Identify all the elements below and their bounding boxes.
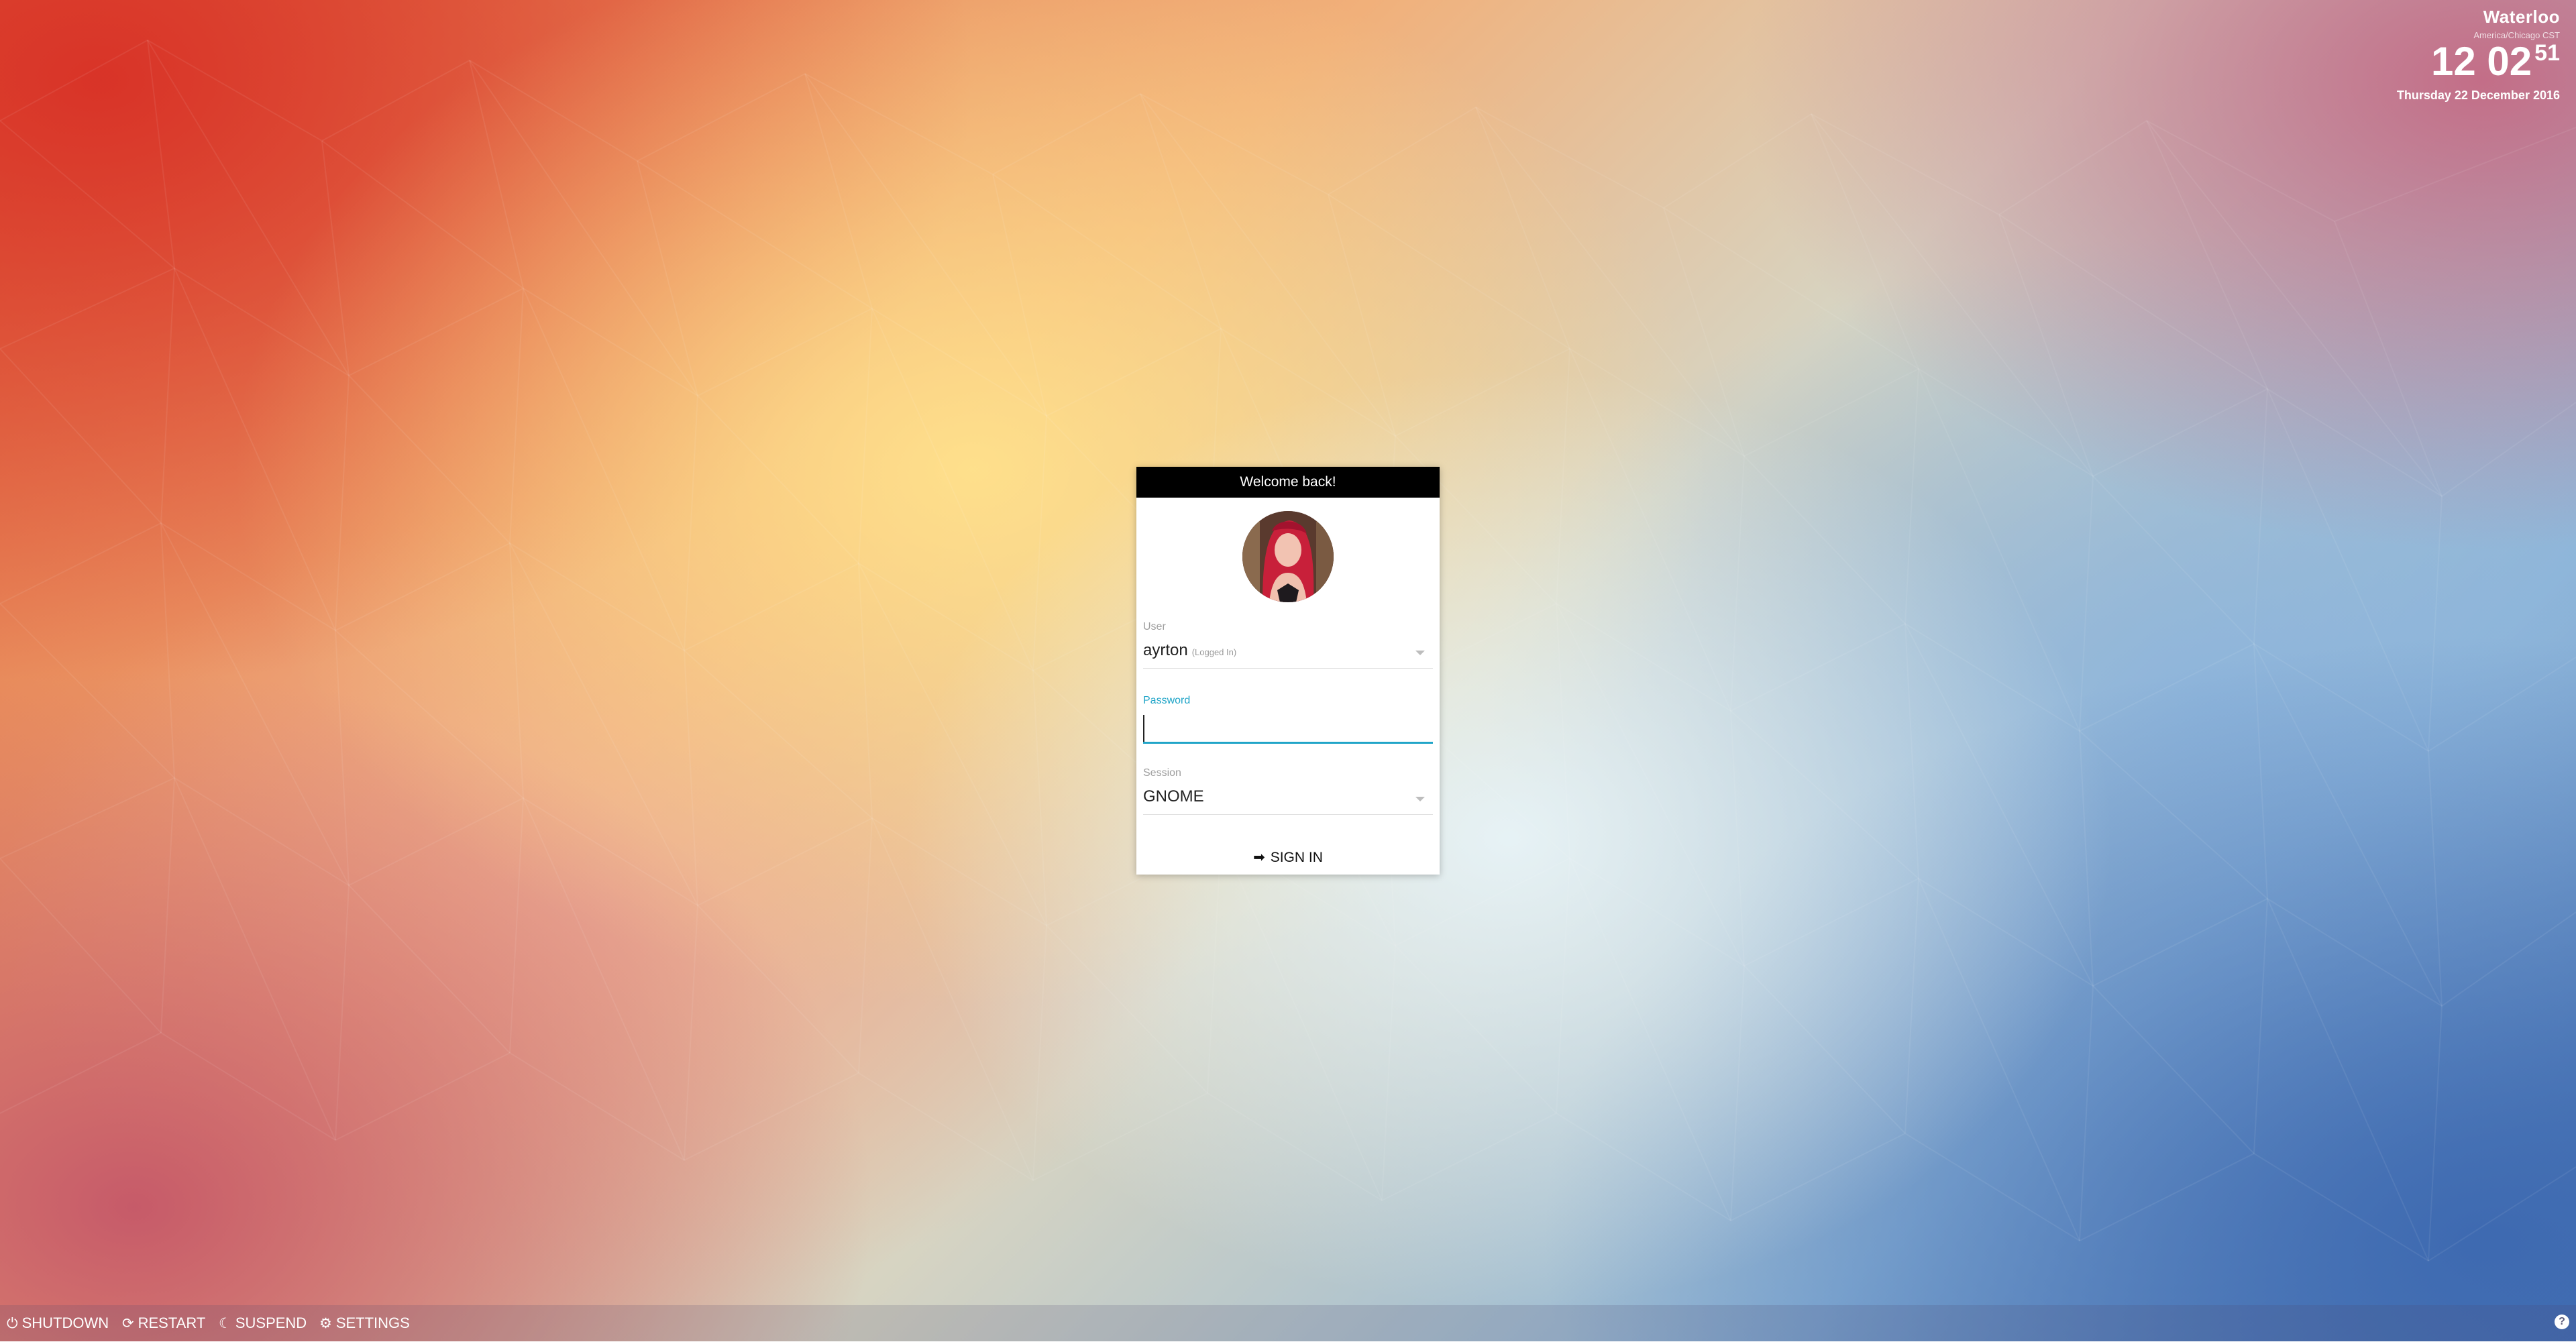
clock-hours-minutes: 12 02 (2431, 39, 2532, 84)
clock-timezone: America/Chicago CST (2473, 30, 2560, 40)
shutdown-button[interactable]: ⏻ SHUTDOWN (7, 1305, 109, 1341)
sign-in-icon: ➡ (1253, 850, 1265, 865)
chevron-down-icon[interactable] (1415, 797, 1425, 801)
session-underline (1143, 814, 1433, 815)
login-card: Welcome back! User ayrton (Logged In) Pas… (1136, 467, 1440, 875)
refresh-icon: ⟳ (122, 1316, 134, 1331)
password-underline (1143, 742, 1433, 744)
user-value: ayrton (1143, 641, 1188, 659)
power-icon: ⏻ (7, 1316, 18, 1331)
restart-label: RESTART (138, 1315, 206, 1331)
settings-label: SETTINGS (335, 1315, 410, 1331)
gears-icon: ⚙ (319, 1316, 332, 1331)
suspend-label: SUSPEND (235, 1315, 307, 1331)
session-select[interactable]: GNOME (1143, 787, 1433, 814)
password-label: Password (1143, 695, 1191, 706)
power-bar: ⏻ SHUTDOWN ⟳ RESTART ☾ SUSPEND ⚙ SETTINGS ? (0, 1305, 2576, 1341)
password-field[interactable]: Password (1143, 695, 1434, 744)
clock-time: 12 02 51 (2397, 42, 2560, 82)
clock-seconds: 51 (2534, 40, 2560, 66)
chevron-down-icon[interactable] (1415, 651, 1425, 655)
shutdown-label: SHUTDOWN (21, 1315, 109, 1331)
clock-date: Thursday 22 December 2016 (2396, 89, 2560, 102)
clock-city: Waterloo (2483, 7, 2560, 27)
moon-icon: ☾ (219, 1316, 231, 1331)
welcome-header: Welcome back! (1136, 467, 1440, 498)
restart-button[interactable]: ⟳ RESTART (122, 1305, 205, 1341)
question-icon[interactable]: ? (2555, 1315, 2569, 1329)
settings-button[interactable]: ⚙ SETTINGS (319, 1305, 410, 1341)
user-underline (1143, 668, 1433, 669)
user-status: (Logged In) (1191, 647, 1237, 657)
password-input[interactable] (1143, 715, 1434, 742)
avatar-image (1242, 511, 1334, 602)
user-select[interactable]: ayrton (Logged In) (1143, 641, 1433, 668)
suspend-button[interactable]: ☾ SUSPEND (219, 1305, 307, 1341)
user-label: User (1143, 621, 1166, 632)
sign-in-button[interactable]: ➡ SIGN IN (1136, 842, 1440, 873)
user-field[interactable]: User ayrton (Logged In) (1143, 621, 1433, 669)
session-field[interactable]: Session GNOME (1143, 767, 1433, 815)
clock-widget: Waterloo America/Chicago CST 12 02 51 Thu… (2397, 7, 2560, 103)
session-label: Session (1143, 767, 1181, 779)
sign-in-label: SIGN IN (1270, 850, 1323, 865)
avatar (1242, 511, 1334, 602)
